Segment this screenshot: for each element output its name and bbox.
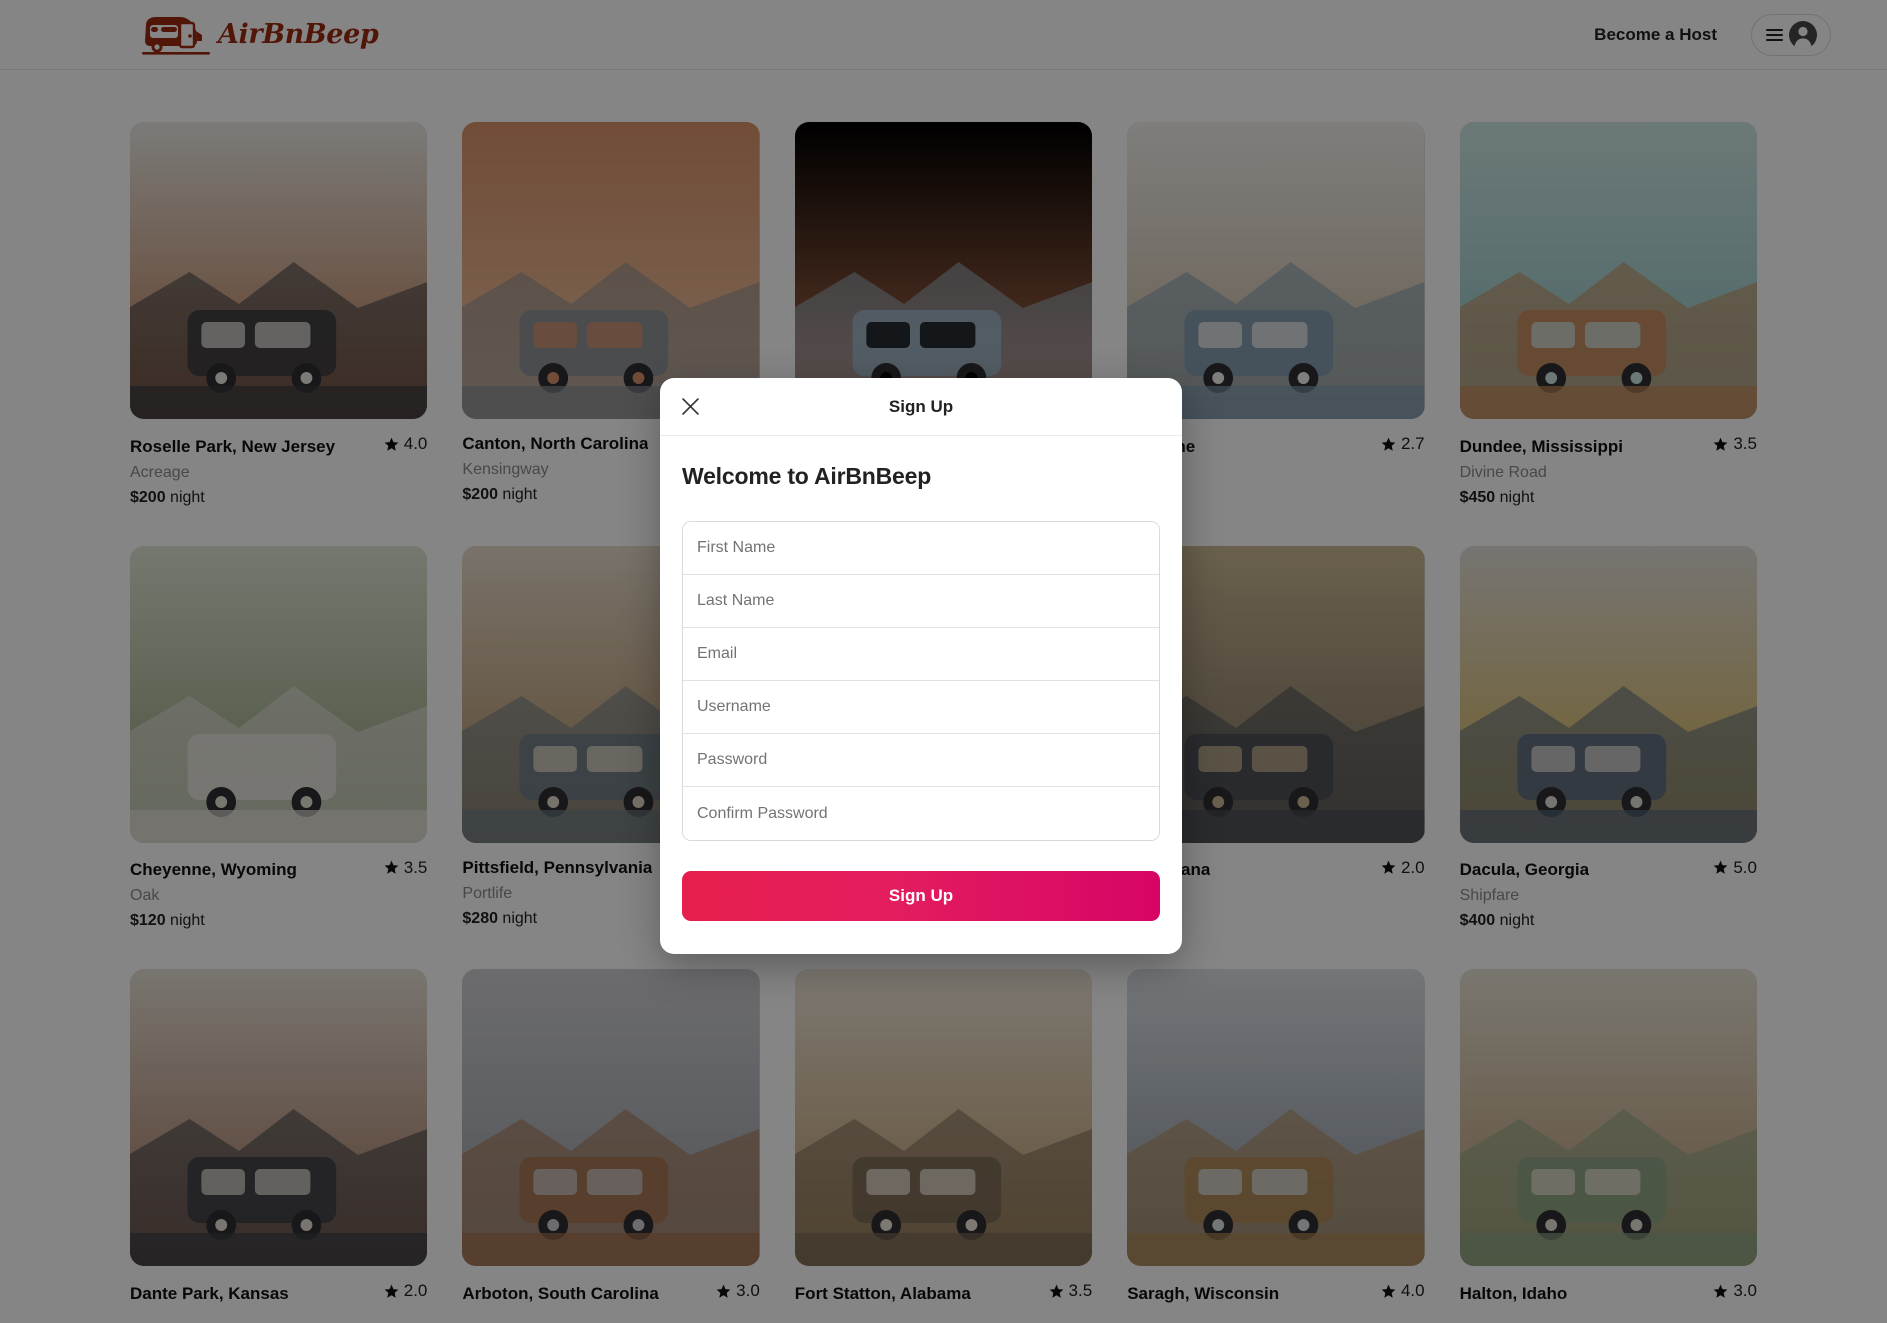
confirm-password-input[interactable] (683, 787, 1159, 840)
email-input[interactable] (683, 628, 1159, 681)
modal-header: Sign Up (660, 378, 1182, 436)
signup-field-group (682, 521, 1160, 841)
welcome-heading: Welcome to AirBnBeep (682, 463, 932, 489)
signup-submit-button[interactable]: Sign Up (682, 871, 1160, 921)
page-root: AirBnBeep Become a Host Roselle Park, Ne… (0, 0, 1887, 1323)
last-name-input[interactable] (683, 575, 1159, 628)
password-input[interactable] (683, 734, 1159, 787)
close-button[interactable] (675, 392, 705, 422)
close-x-icon (681, 398, 699, 415)
username-input[interactable] (683, 681, 1159, 734)
signup-modal: Sign Up Welcome to AirBnBeep Sign Up (660, 378, 1182, 954)
modal-title: Sign Up (888, 396, 954, 416)
first-name-input[interactable] (683, 522, 1159, 575)
modal-body: Welcome to AirBnBeep Sign Up (660, 436, 1182, 954)
